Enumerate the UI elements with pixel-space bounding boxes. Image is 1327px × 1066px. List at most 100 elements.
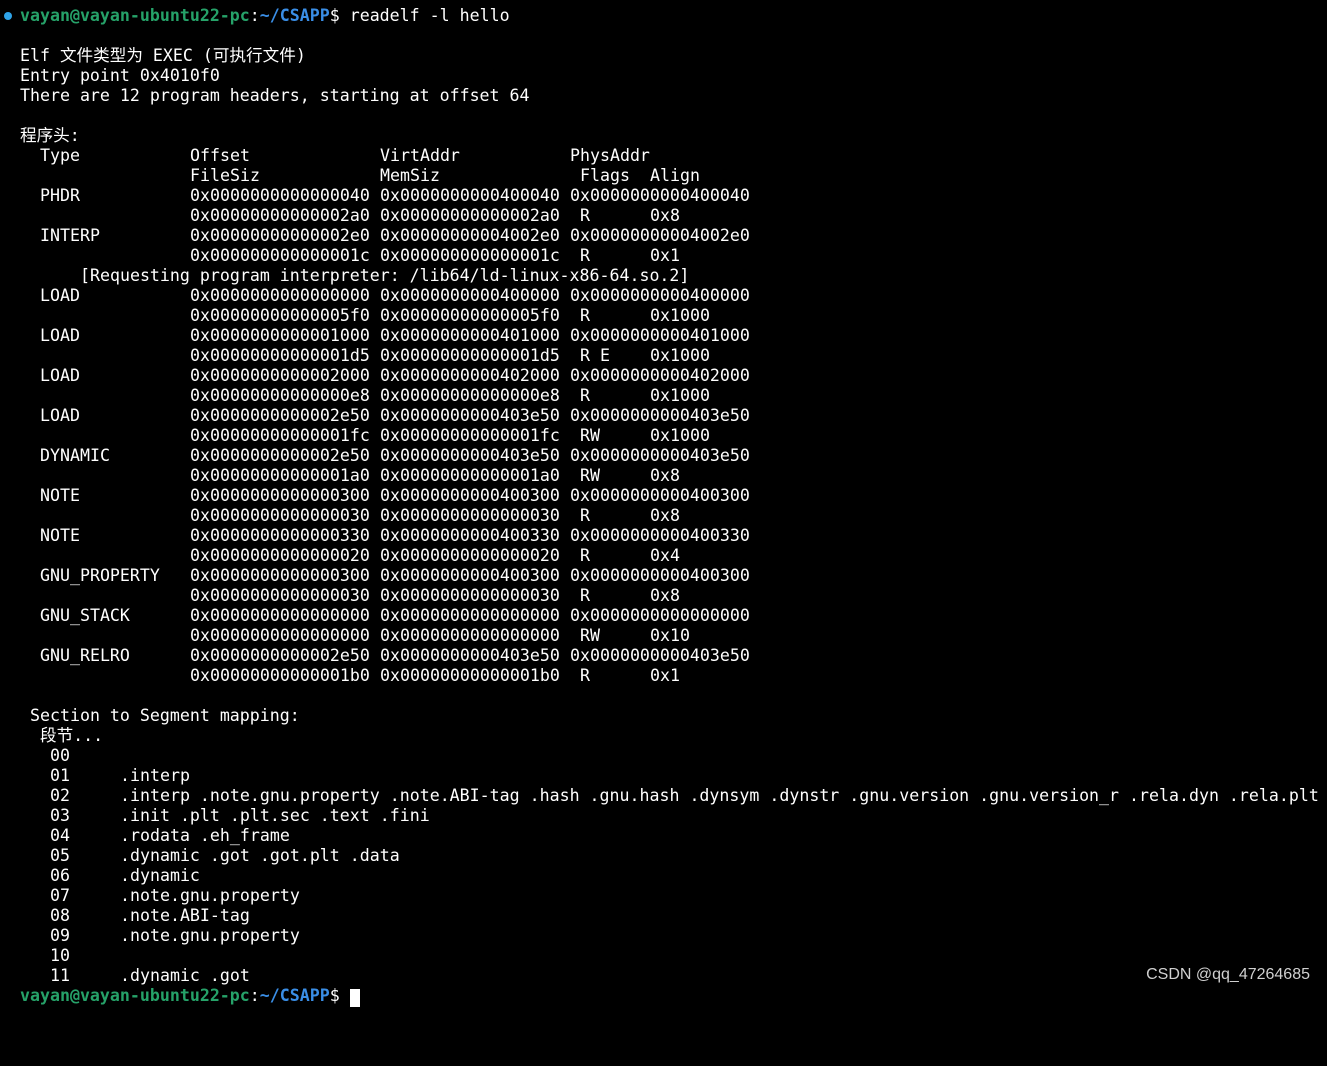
segment-number: 06 xyxy=(50,866,70,885)
segment-number: 05 xyxy=(50,846,70,865)
segment-number: 00 xyxy=(50,746,70,765)
program-header-row: LOAD 0x0000000000002000 0x0000000000402000… xyxy=(0,366,1327,386)
segment-number: 02 xyxy=(50,786,70,805)
segment-filesiz: 0x00000000000005f0 xyxy=(190,306,370,325)
segment-flags: R xyxy=(580,546,590,565)
mapping-row: 07 .note.gnu.property xyxy=(0,886,1327,906)
segment-flags: R xyxy=(580,306,590,325)
mapping-row: 06 .dynamic xyxy=(0,866,1327,886)
segment-align: 0x8 xyxy=(650,506,680,525)
mapping-row: 05 .dynamic .got .got.plt .data xyxy=(0,846,1327,866)
segment-offset: 0x0000000000002000 xyxy=(190,366,370,385)
segment-number: 07 xyxy=(50,886,70,905)
segment-virtaddr: 0x0000000000400300 xyxy=(380,486,560,505)
segment-type: LOAD xyxy=(40,326,80,345)
segment-memsiz: 0x00000000000001fc xyxy=(380,426,560,445)
program-header-row: DYNAMIC 0x0000000000002e50 0x0000000000403… xyxy=(0,446,1327,466)
col-virtaddr: VirtAddr xyxy=(380,146,460,165)
segment-sections: .note.gnu.property xyxy=(120,926,300,945)
segment-type: LOAD xyxy=(40,406,80,425)
segment-flags: R xyxy=(580,206,590,225)
segment-align: 0x1 xyxy=(650,246,680,265)
segment-offset: 0x0000000000000330 xyxy=(190,526,370,545)
segment-flags: RW xyxy=(580,466,600,485)
terminal-cursor xyxy=(350,989,360,1007)
segment-type: NOTE xyxy=(40,526,80,545)
entry-point-line: Entry point 0x4010f0 xyxy=(20,66,220,85)
program-header-row-sizes: 0x00000000000001a0 0x00000000000001a0 RW 0x… xyxy=(0,466,1327,486)
prompt-path: ~/CSAPP xyxy=(259,6,330,25)
segment-align: 0x1 xyxy=(650,666,680,685)
program-header-table: PHDR 0x0000000000000040 0x0000000000400040… xyxy=(0,186,1327,686)
segment-type: PHDR xyxy=(40,186,80,205)
next-prompt-line: vayan@vayan-ubuntu22-pc:~/CSAPP$ xyxy=(0,986,1327,1007)
segment-type: GNU_RELRO xyxy=(40,646,130,665)
segment-filesiz: 0x00000000000002a0 xyxy=(190,206,370,225)
next-prompt-dollar: $ xyxy=(329,986,340,1005)
segment-number: 11 xyxy=(50,966,70,985)
segment-align: 0x1000 xyxy=(650,306,710,325)
segment-physaddr: 0x0000000000400330 xyxy=(570,526,750,545)
program-headers-title: 程序头: xyxy=(20,126,80,145)
segment-physaddr: 0x0000000000000000 xyxy=(570,606,750,625)
program-header-row-sizes: 0x0000000000000020 0x0000000000000020 R 0x4 xyxy=(0,546,1327,566)
segment-virtaddr: 0x0000000000000000 xyxy=(380,606,560,625)
segment-offset: 0x0000000000002e50 xyxy=(190,446,370,465)
segment-memsiz: 0x00000000000001d5 xyxy=(380,346,560,365)
segment-flags: RW xyxy=(580,426,600,445)
segment-offset: 0x00000000000002e0 xyxy=(190,226,370,245)
segment-offset: 0x0000000000000300 xyxy=(190,486,370,505)
segment-virtaddr: 0x0000000000403e50 xyxy=(380,646,560,665)
program-header-row: INTERP 0x00000000000002e0 0x00000000004002… xyxy=(0,226,1327,246)
segment-type: GNU_STACK xyxy=(40,606,130,625)
segment-sections: .dynamic xyxy=(120,866,200,885)
command-text: readelf -l hello xyxy=(339,6,510,25)
program-header-row: LOAD 0x0000000000000000 0x0000000000400000… xyxy=(0,286,1327,306)
mapping-row: 03 .init .plt .plt.sec .text .fini xyxy=(0,806,1327,826)
segment-filesiz: 0x00000000000001fc xyxy=(190,426,370,445)
col-physaddr: PhysAddr xyxy=(570,146,650,165)
col-offset: Offset xyxy=(190,146,250,165)
segment-physaddr: 0x0000000000401000 xyxy=(570,326,750,345)
segment-physaddr: 0x0000000000400040 xyxy=(570,186,750,205)
col-type: Type xyxy=(40,146,80,165)
segment-physaddr: 0x0000000000403e50 xyxy=(570,646,750,665)
segment-number: 10 xyxy=(50,946,70,965)
segment-type: INTERP xyxy=(40,226,100,245)
segment-memsiz: 0x0000000000000030 xyxy=(380,586,560,605)
segment-physaddr: 0x0000000000403e50 xyxy=(570,406,750,425)
segment-memsiz: 0x00000000000002a0 xyxy=(380,206,560,225)
segment-offset: 0x0000000000000000 xyxy=(190,286,370,305)
next-prompt-path: ~/CSAPP xyxy=(259,986,330,1005)
segment-align: 0x1000 xyxy=(650,426,710,445)
mapping-row: 08 .note.ABI-tag xyxy=(0,906,1327,926)
segment-filesiz: 0x00000000000001d5 xyxy=(190,346,370,365)
segment-type: DYNAMIC xyxy=(40,446,110,465)
segment-sections: .interp xyxy=(120,766,190,785)
segment-flags: RW xyxy=(580,626,600,645)
segment-number: 01 xyxy=(50,766,70,785)
segment-sections: .note.gnu.property xyxy=(120,886,300,905)
segment-number: 09 xyxy=(50,926,70,945)
segment-type: LOAD xyxy=(40,366,80,385)
segment-offset: 0x0000000000002e50 xyxy=(190,406,370,425)
terminal[interactable]: vayan@vayan-ubuntu22-pc:~/CSAPP$ readelf… xyxy=(0,6,1327,1007)
mapping-row: 09 .note.gnu.property xyxy=(0,926,1327,946)
segment-physaddr: 0x0000000000402000 xyxy=(570,366,750,385)
program-header-row: GNU_STACK 0x0000000000000000 0x00000000000… xyxy=(0,606,1327,626)
segment-physaddr: 0x0000000000400300 xyxy=(570,486,750,505)
segment-type: GNU_PROPERTY xyxy=(40,566,160,585)
mapping-row: 01 .interp xyxy=(0,766,1327,786)
segment-memsiz: 0x00000000000000e8 xyxy=(380,386,560,405)
segment-sections: .init .plt .plt.sec .text .fini xyxy=(120,806,430,825)
segment-virtaddr: 0x0000000000400330 xyxy=(380,526,560,545)
program-header-row-sizes: 0x00000000000005f0 0x00000000000005f0 R 0x1… xyxy=(0,306,1327,326)
mapping-row: 04 .rodata .eh_frame xyxy=(0,826,1327,846)
segment-virtaddr: 0x0000000000402000 xyxy=(380,366,560,385)
prompt-user: vayan@vayan-ubuntu22-pc xyxy=(20,6,250,25)
segment-virtaddr: 0x0000000000403e50 xyxy=(380,446,560,465)
mapping-row: 10 xyxy=(0,946,1327,966)
segment-sections: .note.ABI-tag xyxy=(120,906,250,925)
col-align: Align xyxy=(650,166,700,185)
segment-sections: .interp .note.gnu.property .note.ABI-tag… xyxy=(120,786,1319,805)
